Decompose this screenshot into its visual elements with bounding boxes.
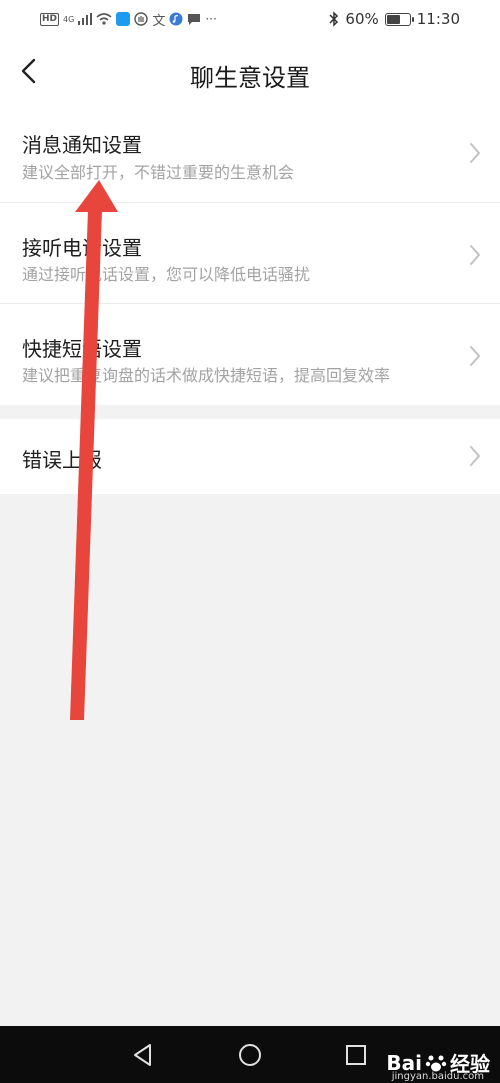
battery-fill: [386, 14, 400, 24]
back-triangle-icon[interactable]: [130, 1042, 156, 1068]
status-bar: HD 4G 文 ··· 60% 11:30: [0, 0, 500, 38]
search-app-icon: [116, 12, 131, 26]
chevron-right-icon: [470, 143, 480, 163]
bluetooth-icon: [329, 11, 339, 27]
settings-item-title: 接听电话设置: [22, 236, 142, 260]
status-icons-left: HD 4G 文 ···: [40, 9, 217, 29]
signal-icon: [78, 13, 93, 25]
music-icon: [169, 12, 183, 26]
clock: 11:30: [416, 10, 460, 28]
settings-item-title: 错误上报: [22, 448, 102, 472]
battery-icon: [384, 12, 414, 26]
wifi-icon: [96, 13, 112, 25]
home-circle-icon[interactable]: [237, 1042, 263, 1068]
status-icons-right: 60% 11:30: [329, 9, 460, 29]
hand-icon: [134, 12, 149, 26]
message-icon: [188, 13, 201, 25]
watermark-domain: jingyan.baidu.com: [391, 1071, 484, 1082]
settings-item-call-answering[interactable]: 接听电话设置 通过接听电话设置，您可以降低电话骚扰: [0, 203, 500, 304]
settings-item-title: 快捷短语设置: [22, 337, 142, 361]
chevron-right-icon: [470, 346, 480, 366]
settings-item-subtitle: 建议全部打开，不错过重要的生意机会: [22, 163, 295, 182]
report-group: 错误上报: [0, 419, 500, 494]
page-title: 聊生意设置: [190, 64, 310, 92]
settings-item-title: 消息通知设置: [22, 133, 142, 157]
battery-percent: 60%: [345, 10, 379, 28]
recent-apps-icon[interactable]: [343, 1042, 369, 1068]
settings-item-subtitle: 建议把重复询盘的话术做成快捷短语，提高回复效率: [22, 366, 391, 385]
chevron-right-icon: [470, 245, 480, 265]
settings-item-quick-phrases[interactable]: 快捷短语设置 建议把重复询盘的话术做成快捷短语，提高回复效率: [0, 304, 500, 405]
settings-item-subtitle: 通过接听电话设置，您可以降低电话骚扰: [22, 265, 311, 284]
settings-item-message-notification[interactable]: 消息通知设置 建议全部打开，不错过重要的生意机会: [0, 100, 500, 203]
hd-icon: HD: [40, 12, 60, 26]
network-type: 4G: [63, 14, 75, 24]
chevron-right-icon: [470, 446, 480, 466]
system-nav-bar: Bai 经验 jingyan.baidu.com: [0, 1026, 500, 1083]
more-icon: ···: [205, 12, 217, 26]
settings-list: 消息通知设置 建议全部打开，不错过重要的生意机会 接听电话设置 通过接听电话设置…: [0, 100, 500, 405]
settings-item-error-report[interactable]: 错误上报: [0, 419, 500, 494]
app-header: 聊生意设置: [0, 38, 500, 108]
translate-icon: 文: [152, 13, 166, 29]
